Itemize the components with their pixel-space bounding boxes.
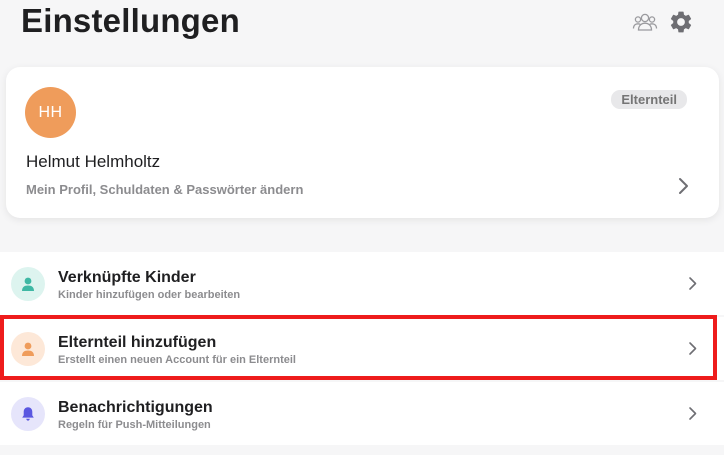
item-subtitle: Kinder hinzufügen oder bearbeiten — [58, 289, 241, 301]
item-title: Elternteil hinzufügen — [58, 334, 217, 351]
item-title: Benachrichtigungen — [58, 399, 213, 416]
item-subtitle: Erstellt einen neuen Account für ein Elt… — [58, 354, 296, 366]
settings-page: Einstellungen HH Elternteil Helmut Helmh… — [0, 0, 724, 455]
chevron-right-icon — [689, 342, 697, 355]
bell-icon — [11, 397, 45, 431]
parent-icon — [11, 332, 45, 366]
chevron-right-icon — [679, 178, 688, 194]
settings-item-linked-children[interactable]: Verknüpfte Kinder Kinder hinzufügen oder… — [0, 252, 724, 315]
role-badge: Elternteil — [611, 90, 687, 109]
item-title: Verknüpfte Kinder — [58, 269, 196, 286]
settings-item-add-parent[interactable]: Elternteil hinzufügen Erstellt einen neu… — [0, 317, 724, 380]
page-title: Einstellungen — [21, 2, 240, 39]
item-subtitle: Regeln für Push-Mitteilungen — [58, 419, 211, 431]
chevron-right-icon — [689, 277, 697, 290]
profile-name: Helmut Helmholtz — [26, 152, 161, 171]
avatar: HH — [25, 87, 76, 138]
chevron-right-icon — [689, 407, 697, 420]
top-toolbar — [632, 9, 694, 35]
settings-item-notifications[interactable]: Benachrichtigungen Regeln für Push-Mitte… — [0, 382, 724, 445]
gear-icon[interactable] — [668, 9, 694, 35]
child-icon — [11, 267, 45, 301]
profile-subtitle: Mein Profil, Schuldaten & Passwörter änd… — [26, 182, 304, 197]
profile-card[interactable]: HH Elternteil Helmut Helmholtz Mein Prof… — [6, 67, 719, 218]
users-icon[interactable] — [632, 9, 658, 35]
